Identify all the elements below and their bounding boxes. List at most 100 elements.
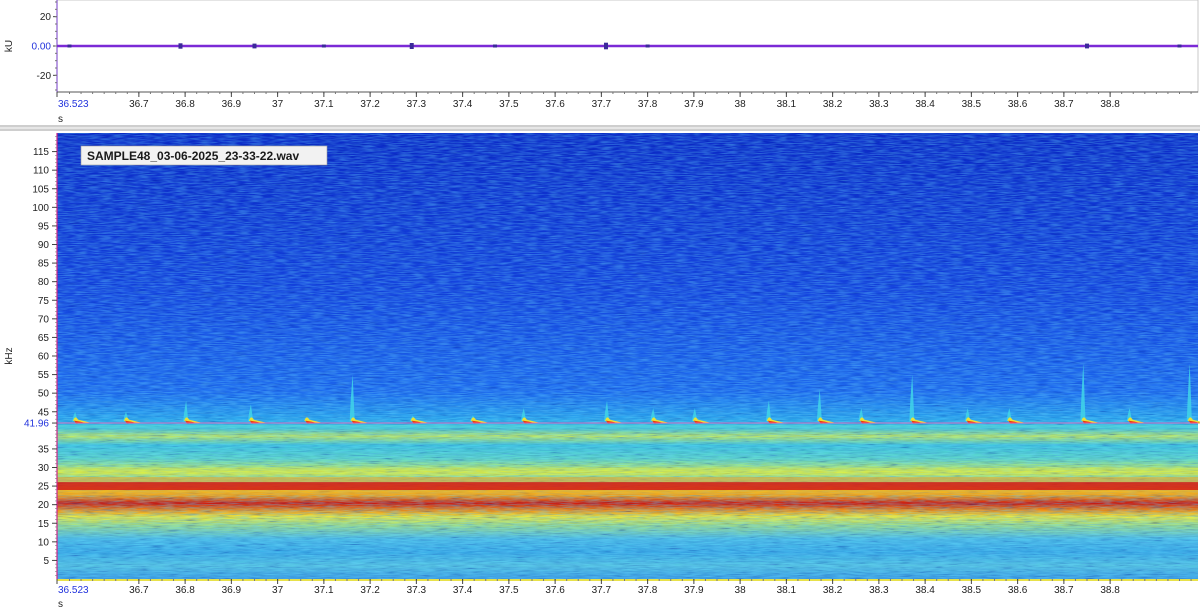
waveform-x-tick-label: 36.523 (58, 99, 89, 110)
secondary-band (57, 467, 1198, 476)
spectrogram-x-tick-label: 37.6 (545, 585, 565, 596)
waveform-x-tick-label: 38.6 (1008, 99, 1028, 110)
waveform-panel: 20 0.00 -20 36.523 36.7 36.8 36.9 37 37.1 37.2 37… (4, 0, 1199, 125)
spectrogram-y-tick-label: 95 (38, 221, 50, 232)
waveform-x-tick-label: 36.9 (222, 99, 242, 110)
spectrogram-x-tick-label: 37.5 (499, 585, 519, 596)
waveform-y-tick-label: 0.00 (32, 42, 52, 53)
spectrogram-y-tick-label: 70 (38, 314, 50, 325)
spectrogram-y-tick-label: 50 (38, 389, 50, 400)
spectrogram-y-tick-label: 105 (32, 184, 49, 195)
waveform-sample-point (178, 43, 183, 49)
panel-splitter[interactable] (0, 125, 1200, 131)
waveform-x-tick-label: 37 (272, 99, 284, 110)
spectrogram-x-tick-label: 37.4 (453, 585, 473, 596)
file-name-label: SAMPLE48_03-06-2025_23-33-22.wav (80, 145, 328, 166)
waveform-y-axis-label: kU (4, 40, 15, 52)
waveform-sample-point (603, 42, 608, 50)
spectrogram-y-tick-label: 100 (32, 203, 49, 214)
spectrogram-x-tick-label: 38.2 (823, 585, 843, 596)
waveform-x-tick-label: 37.9 (684, 99, 704, 110)
waveform-x-axis-label: s (58, 114, 63, 125)
spectrogram-y-tick-label: 90 (38, 240, 50, 251)
waveform-sample-point (645, 44, 650, 48)
spectrogram-x-axis-label: s (58, 599, 63, 610)
spectrogram-x-tick-label: 38.7 (1054, 585, 1074, 596)
spectrogram-y-tick-label: 60 (38, 352, 50, 363)
spectrogram-x-tick-label: 37.3 (407, 585, 427, 596)
waveform-x-tick-label: 37.8 (638, 99, 658, 110)
spectrogram-x-tick-label: 38.1 (777, 585, 797, 596)
waveform-y-axis: 20 0.00 -20 (32, 0, 58, 92)
waveform-x-tick-label: 38.3 (869, 99, 889, 110)
spectrogram-x-tick-label: 36.9 (222, 585, 242, 596)
spectrogram-x-tick-label: 37.8 (638, 585, 658, 596)
spectrogram-x-tick-label: 37.1 (314, 585, 334, 596)
spectrogram-y-axis-label: kHz (4, 347, 15, 364)
spectrogram-x-tick-label: 38.8 (1100, 585, 1120, 596)
spectrogram-x-tick-label: 36.8 (175, 585, 195, 596)
waveform-sample-point (67, 44, 72, 48)
noise-band-lower-halo (57, 490, 1198, 496)
waveform-sample-point (1177, 44, 1182, 48)
spectrogram-noise-light (57, 133, 1198, 579)
waveform-sample-point (321, 44, 326, 48)
spectrogram-y-tick-label: 80 (38, 277, 50, 288)
spectrogram-x-axis: 36.523 36.7 36.8 36.9 37 37.1 37.2 37.3 37.4 37.5… (56, 579, 1198, 596)
spectrogram-y-tick-label: 85 (38, 259, 50, 270)
waveform-x-tick-label: 38.7 (1054, 99, 1074, 110)
waveform-x-tick-label: 37.2 (360, 99, 380, 110)
waveform-x-tick-label: 38.2 (823, 99, 843, 110)
spectrogram-y-tick-label: 35 (38, 444, 50, 455)
cursor-band (57, 424, 1198, 428)
waveform-x-tick-label: 36.8 (175, 99, 195, 110)
chart-canvas: 20 0.00 -20 36.523 36.7 36.8 36.9 37 37.1 37.2 37… (0, 0, 1200, 610)
file-name-text: SAMPLE48_03-06-2025_23-33-22.wav (87, 149, 299, 163)
waveform-x-tick-label: 37.7 (592, 99, 612, 110)
waveform-y-tick-label: -20 (37, 71, 52, 82)
spectrogram-y-tick-label: 15 (38, 519, 50, 530)
waveform-x-tick-label: 37.3 (407, 99, 427, 110)
spectrogram-y-tick-label: 5 (43, 556, 49, 567)
waveform-x-tick-label: 37.4 (453, 99, 473, 110)
spectrogram-x-tick-label: 37 (272, 585, 284, 596)
spectrogram-x-tick-label: 36.523 (58, 585, 89, 596)
spectrogram-panel: 115110105100959085807570656055504541.963… (4, 133, 1200, 610)
spectrogram-x-tick-label: 38.3 (869, 585, 889, 596)
spectrogram-y-tick-label: 115 (33, 147, 49, 158)
spectrogram-y-tick-label: 55 (38, 370, 50, 381)
waveform-x-tick-label: 38.4 (915, 99, 935, 110)
waveform-x-tick-label: 36.7 (129, 99, 149, 110)
waveform-sample-point (409, 43, 414, 49)
waveform-x-tick-label: 38.1 (777, 99, 797, 110)
spectrogram-x-tick-label: 36.7 (129, 585, 149, 596)
spectrogram-y-tick-label: 65 (38, 333, 50, 344)
waveform-sample-point (1084, 43, 1089, 49)
spectrogram-x-tick-label: 38.4 (915, 585, 935, 596)
waveform-x-tick-label: 38.8 (1100, 99, 1120, 110)
spectrogram-y-tick-label: 75 (38, 296, 50, 307)
spectrogram-y-tick-label: 25 (38, 482, 50, 493)
waveform-sample-point (492, 44, 497, 48)
spectrogram-x-tick-label: 37.2 (360, 585, 380, 596)
waveform-x-tick-label: 37.1 (314, 99, 334, 110)
spectrogram-y-tick-label: 30 (38, 463, 50, 474)
spectrogram-y-tick-label: 41.96 (24, 419, 49, 430)
spectrogram-y-tick-label: 45 (38, 407, 50, 418)
spectrogram-x-tick-label: 38 (735, 585, 747, 596)
spectrogram-x-tick-label: 37.7 (592, 585, 612, 596)
waveform-x-axis: 36.523 36.7 36.8 36.9 37 37.1 37.2 37.3 37.4 37.5… (56, 91, 1198, 110)
waveform-x-tick-label: 37.5 (499, 99, 519, 110)
noise-band (57, 482, 1198, 491)
spectrogram-y-tick-label: 110 (33, 166, 49, 177)
spectrogram-y-tick-label: 10 (38, 537, 50, 548)
spectrogram-x-tick-label: 38.5 (962, 585, 982, 596)
spectrogram-y-tick-label: 20 (38, 500, 50, 511)
waveform-x-tick-label: 37.6 (545, 99, 565, 110)
waveform-x-tick-label: 38.5 (962, 99, 982, 110)
waveform-y-tick-label: 20 (40, 12, 52, 23)
spectrogram-x-tick-label: 38.6 (1008, 585, 1028, 596)
waveform-x-tick-label: 38 (735, 99, 747, 110)
spectrogram-y-axis: 115110105100959085807570656055504541.963… (24, 133, 58, 579)
waveform-sample-point (252, 43, 257, 49)
